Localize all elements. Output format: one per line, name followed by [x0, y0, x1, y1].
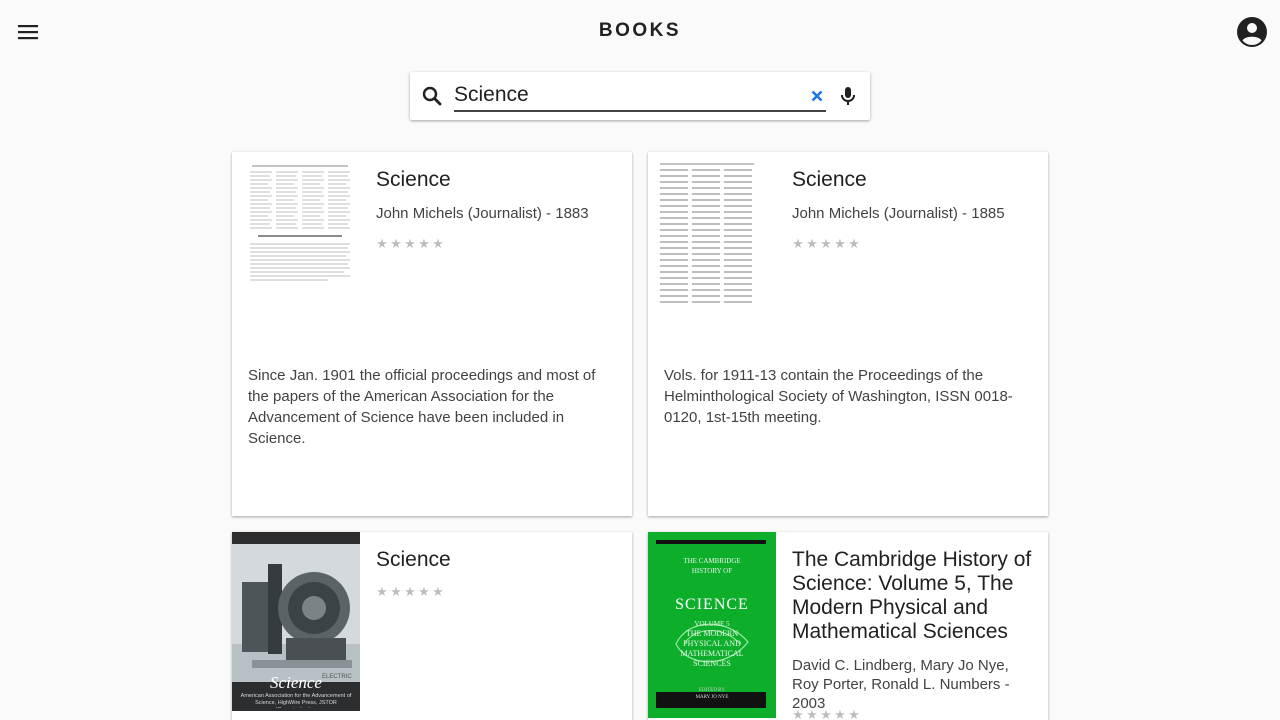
search-icon — [422, 86, 442, 106]
star-icon: ★ — [834, 236, 846, 251]
app-title: BOOKS — [598, 20, 682, 41]
star-icon: ★ — [432, 236, 444, 251]
account-circle-icon — [1237, 17, 1267, 47]
app-bar: BOOKS — [0, 0, 1280, 64]
book-cover-image: THE CAMBRIDGE HISTORY OF SCIENCE VOLUME … — [648, 532, 776, 718]
cover-subtitle: American Association for the Advancement… — [240, 693, 352, 708]
cover-edited-by: EDITED BY — [698, 688, 726, 693]
star-icon: ★ — [418, 236, 430, 251]
book-card[interactable]: Science John Michels (Journalist) - 1883… — [232, 152, 632, 516]
star-icon: ★ — [404, 584, 416, 599]
star-icon: ★ — [432, 584, 444, 599]
clear-search-button[interactable] — [806, 85, 828, 107]
account-button[interactable] — [1234, 14, 1270, 50]
book-author: John Michels (Journalist) - 1883 — [376, 205, 589, 222]
star-icon: ★ — [806, 236, 818, 251]
star-icon: ★ — [820, 707, 832, 720]
book-card[interactable]: Science John Michels (Journalist) - 1885… — [648, 152, 1048, 516]
book-title: Science — [376, 548, 451, 571]
star-icon: ★ — [792, 707, 804, 720]
star-icon: ★ — [806, 707, 818, 720]
book-author: John Michels (Journalist) - 1885 — [792, 205, 1005, 222]
book-title: Science — [792, 168, 867, 191]
star-icon: ★ — [848, 707, 860, 720]
book-title: The Cambridge History of Science: Volume… — [792, 548, 1032, 643]
cover-volume: VOLUME 5 — [694, 620, 730, 628]
book-description: Vols. for 1911-13 contain the Proceeding… — [664, 367, 1013, 426]
rating-stars: ★ ★ ★ ★ ★ — [376, 585, 444, 599]
cover-header: THE CAMBRIDGE HISTORY OF — [683, 557, 741, 575]
star-icon: ★ — [834, 707, 846, 720]
book-cover-image — [248, 162, 352, 286]
rating-stars: ★ ★ ★ ★ ★ — [792, 237, 860, 251]
cover-title: Science — [270, 673, 322, 692]
star-icon: ★ — [848, 236, 860, 251]
rating-stars: ★ ★ ★ ★ ★ — [792, 708, 860, 720]
star-icon: ★ — [390, 236, 402, 251]
book-cover-image: ELECTRIC Science American Association fo… — [232, 532, 360, 711]
book-description: Since Jan. 1901 the official proceedings… — [248, 367, 596, 447]
mic-icon[interactable] — [836, 84, 860, 108]
star-icon: ★ — [390, 584, 402, 599]
cover-editor: MARY JO NYE — [695, 695, 729, 700]
search-input[interactable] — [454, 80, 826, 112]
star-icon: ★ — [792, 236, 804, 251]
rating-stars: ★ ★ ★ ★ ★ — [376, 237, 444, 251]
cover-subtitle: THE MODERN PHYSICAL AND MATHEMATICAL SCI… — [680, 629, 744, 668]
star-icon: ★ — [418, 584, 430, 599]
cover-title: SCIENCE — [675, 596, 749, 613]
book-author: David C. Lindberg, Mary Jo Nye, Roy Port… — [792, 657, 1010, 712]
star-icon: ★ — [820, 236, 832, 251]
star-icon: ★ — [376, 236, 388, 251]
star-icon: ★ — [376, 584, 388, 599]
book-cover-image — [658, 160, 756, 304]
search-box — [410, 72, 870, 120]
book-card[interactable]: ELECTRIC Science American Association fo… — [232, 532, 632, 720]
star-icon: ★ — [404, 236, 416, 251]
close-icon — [811, 90, 823, 102]
book-title: Science — [376, 168, 451, 191]
book-card[interactable]: THE CAMBRIDGE HISTORY OF SCIENCE VOLUME … — [648, 532, 1048, 720]
